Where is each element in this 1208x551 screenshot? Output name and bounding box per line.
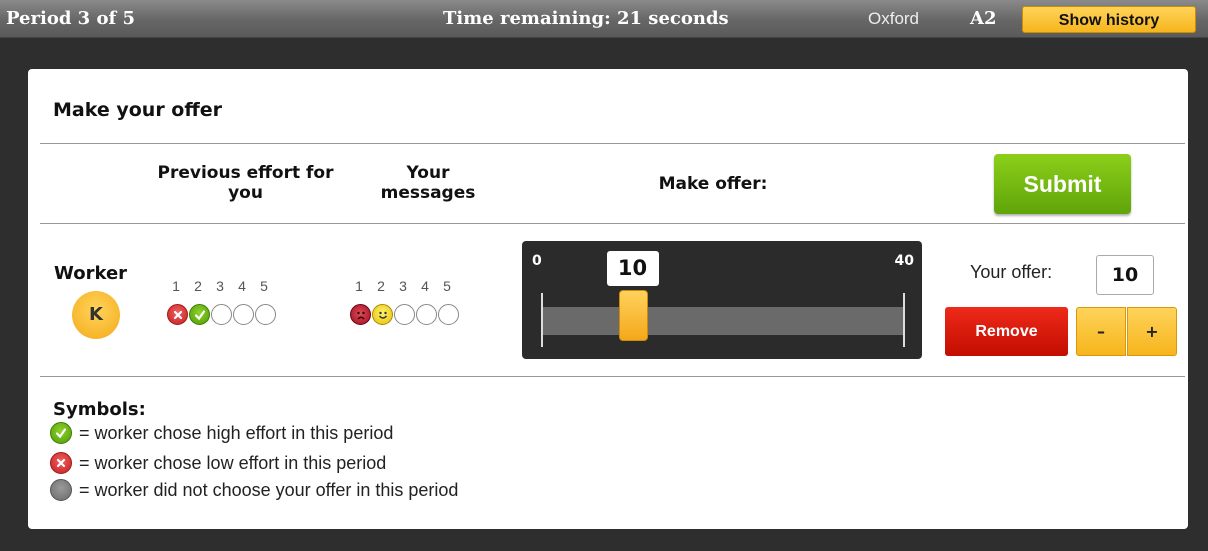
- empty-circle-icon: [394, 304, 415, 325]
- divider: [40, 143, 1185, 144]
- previous-effort-header: Previous effort for you: [157, 163, 334, 203]
- worker-label: Worker: [54, 263, 128, 284]
- high-effort-icon: [189, 304, 210, 325]
- top-bar: Period 3 of 5 Time remaining: 21 seconds…: [0, 0, 1208, 38]
- make-offer-header: Make offer:: [658, 174, 768, 194]
- legend-no-choice: = worker did not choose your offer in th…: [50, 479, 458, 501]
- empty-circle-icon: [438, 304, 459, 325]
- message-period-numbers: 12345: [355, 278, 451, 294]
- remove-button[interactable]: Remove: [945, 307, 1068, 356]
- divider: [40, 223, 1185, 224]
- divider: [40, 376, 1185, 377]
- offer-panel: Make your offer Previous effort for you …: [28, 69, 1188, 529]
- period-indicator: Period 3 of 5: [6, 8, 136, 29]
- time-remaining: Time remaining: 21 seconds: [443, 8, 729, 29]
- your-messages-header: Your messages: [380, 163, 476, 203]
- slider-value-display: 10: [606, 251, 659, 286]
- slider-max-tick: [903, 293, 905, 347]
- increment-button[interactable]: +: [1127, 307, 1177, 356]
- smiley-face-icon: [372, 304, 393, 325]
- empty-circle-icon: [416, 304, 437, 325]
- message-history: [350, 304, 460, 325]
- high-effort-icon: [50, 422, 72, 444]
- low-effort-icon: [50, 452, 72, 474]
- effort-period-numbers: 12345: [172, 278, 268, 294]
- participant-code: A2: [970, 8, 997, 29]
- slider-track[interactable]: [542, 307, 904, 335]
- legend-low-effort: = worker chose low effort in this period: [50, 452, 386, 474]
- your-offer-label: Your offer:: [970, 262, 1053, 282]
- low-effort-icon: [167, 304, 188, 325]
- empty-circle-icon: [211, 304, 232, 325]
- show-history-button[interactable]: Show history: [1022, 6, 1196, 33]
- slider-min-label: 0: [532, 253, 542, 269]
- decrement-button[interactable]: –: [1076, 307, 1126, 356]
- offer-slider[interactable]: 0 40 10: [522, 241, 922, 359]
- empty-circle-icon: [255, 304, 276, 325]
- avatar: K: [72, 291, 120, 339]
- offer-value-field[interactable]: 10: [1096, 255, 1154, 295]
- slider-handle[interactable]: [618, 290, 648, 341]
- gray-circle-icon: [50, 479, 72, 501]
- city-label: Oxford: [868, 9, 920, 28]
- empty-circle-icon: [233, 304, 254, 325]
- slider-max-label: 40: [894, 253, 914, 269]
- submit-button[interactable]: Submit: [994, 154, 1131, 214]
- effort-history: [167, 304, 277, 325]
- slider-min-tick: [541, 293, 543, 347]
- symbols-title: Symbols:: [53, 399, 146, 420]
- angry-face-icon: [350, 304, 371, 325]
- panel-title: Make your offer: [53, 99, 223, 121]
- legend-high-effort: = worker chose high effort in this perio…: [50, 422, 393, 444]
